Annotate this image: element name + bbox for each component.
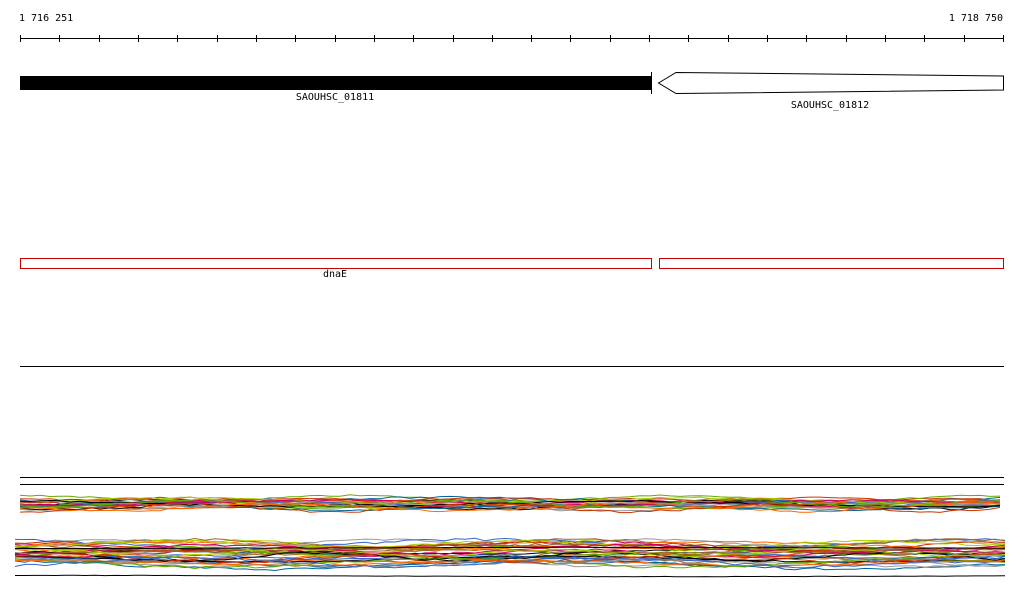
coordinate-end-label: 1 718 750 — [948, 13, 1003, 24]
ruler-tick — [217, 35, 218, 42]
ruler-tick — [531, 35, 532, 42]
ruler-tick — [20, 35, 21, 42]
ruler-tick — [924, 35, 925, 42]
ruler-tick — [413, 35, 414, 42]
ruler-tick — [374, 35, 375, 42]
ruler-tick — [99, 35, 100, 42]
ruler-tick — [492, 35, 493, 42]
ruler-tick — [570, 35, 571, 42]
ruler-tick — [964, 35, 965, 42]
ruler-tick — [453, 35, 454, 42]
genome-browser-view: 1 716 251 1 718 750 SAOUHSC_01811 SAOUHS… — [0, 0, 1024, 611]
ruler-tick — [256, 35, 257, 42]
gene-saouhsc-01812-label[interactable]: SAOUHSC_01812 — [791, 100, 869, 112]
feature-right-box[interactable] — [659, 258, 1004, 269]
feature-dnae-label[interactable]: dnaE — [323, 269, 347, 281]
ruler-tick — [688, 35, 689, 42]
ruler-tick — [59, 35, 60, 42]
gene-saouhsc-01811-end-marker — [651, 72, 652, 94]
ruler-tick — [806, 35, 807, 42]
gene-saouhsc-01811-label[interactable]: SAOUHSC_01811 — [296, 92, 374, 104]
ruler-axis-line — [20, 38, 1004, 39]
ruler-tick — [1003, 35, 1004, 42]
track-separator — [20, 366, 1004, 367]
ruler-tick — [295, 35, 296, 42]
ruler-tick — [138, 35, 139, 42]
coverage-tracks — [14, 494, 1006, 578]
ruler-tick — [728, 35, 729, 42]
gene-saouhsc-01812-arrow[interactable] — [657, 71, 1004, 95]
ruler-tick — [767, 35, 768, 42]
ruler-tick — [846, 35, 847, 42]
coordinate-start-label: 1 716 251 — [19, 13, 74, 24]
track-separator — [20, 477, 1004, 478]
feature-dnae-box[interactable] — [20, 258, 652, 269]
ruler-tick — [649, 35, 650, 42]
ruler-tick — [177, 35, 178, 42]
ruler-tick — [335, 35, 336, 42]
ruler-tick — [885, 35, 886, 42]
gene-saouhsc-01811-bar[interactable] — [20, 76, 651, 90]
ruler-tick — [610, 35, 611, 42]
track-separator — [20, 484, 1004, 485]
coverage-line — [15, 574, 1006, 578]
